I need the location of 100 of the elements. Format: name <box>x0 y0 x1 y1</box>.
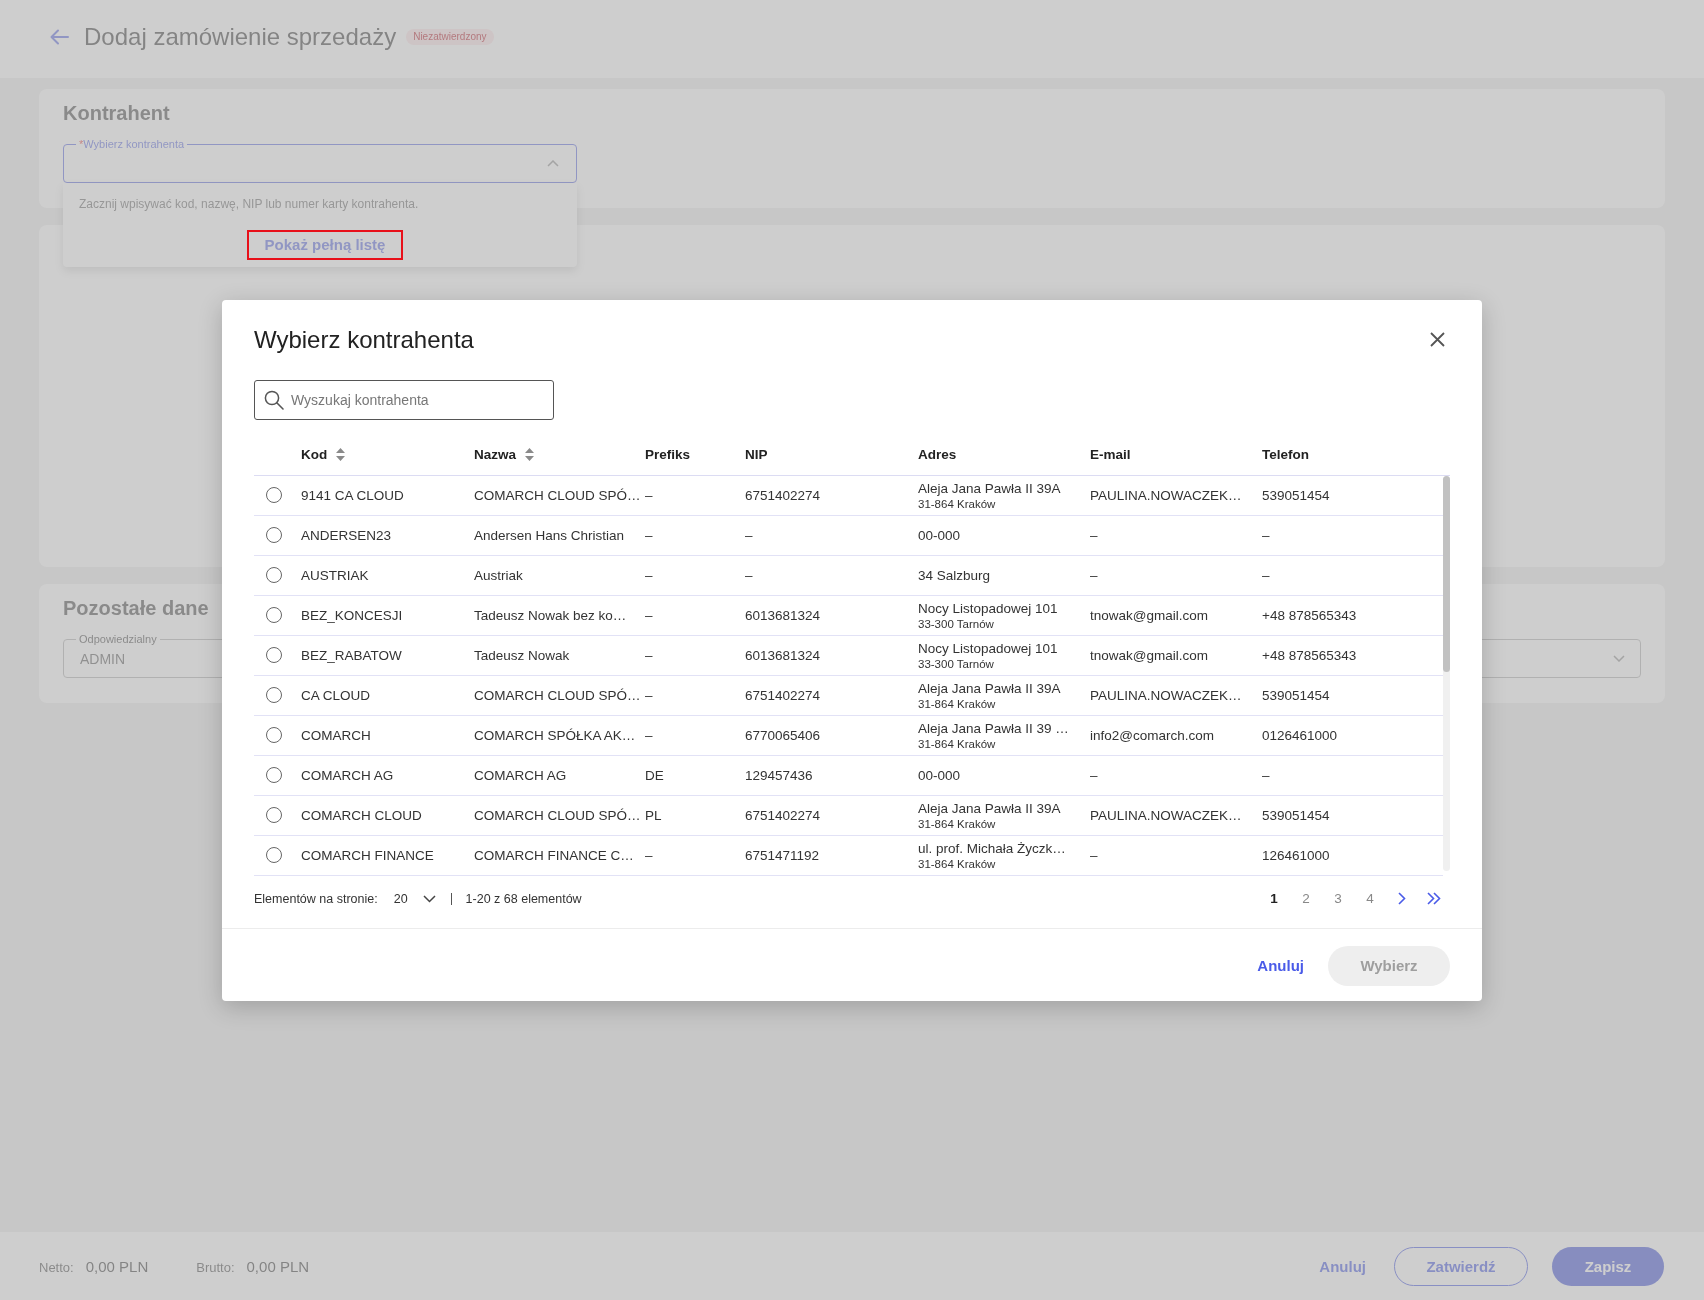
address-subtext: 33-300 Tarnów <box>918 656 994 671</box>
table-cell: COMARCH SPÓŁKA AK… <box>474 727 636 743</box>
page-button[interactable]: 2 <box>1290 884 1322 913</box>
total-value: 0,00 PLN <box>246 1257 310 1275</box>
page-button[interactable]: 4 <box>1354 884 1386 913</box>
table-cell: BEZ_KONCESJI <box>301 607 403 623</box>
table-cell: PAULINA.NOWACZEK… <box>1090 687 1242 703</box>
table-cell: COMARCH FINANCE <box>301 847 434 863</box>
table-cell: – <box>1262 567 1270 583</box>
address-subtext: 31-864 Kraków <box>918 496 996 511</box>
table-cell: 6770065406 <box>745 727 821 743</box>
table-cell: 539051454 <box>1262 487 1330 503</box>
table-cell: – <box>645 607 653 623</box>
table-cell: 6013681324 <box>745 607 821 623</box>
address-subtext: 31-864 Kraków <box>918 856 996 871</box>
table-cell: 6751402274 <box>745 807 821 823</box>
page-title: Dodaj zamówienie sprzedaży <box>84 23 397 51</box>
table-cell: 539051454 <box>1262 807 1330 823</box>
total-label: Brutto: <box>196 1259 235 1275</box>
chevron-down-icon <box>1613 655 1625 662</box>
close-icon <box>1430 332 1445 347</box>
table-cell: PAULINA.NOWACZEK… <box>1090 487 1242 503</box>
table-cell: Austriak <box>474 567 523 583</box>
table-cell: – <box>745 567 753 583</box>
field-label: Odpowiedzialny <box>76 632 160 646</box>
column-header[interactable]: Kod <box>301 447 328 462</box>
table-cell: COMARCH CLOUD SPÓ… <box>474 487 641 503</box>
table-cell: COMARCH <box>301 727 371 743</box>
sort-icon[interactable] <box>336 448 346 461</box>
close-button[interactable] <box>1430 332 1445 347</box>
table-cell: COMARCH CLOUD SPÓ… <box>474 807 641 823</box>
table-cell: AUSTRIAK <box>301 567 369 583</box>
outlined-button[interactable]: Zatwierdź <box>1394 1246 1528 1286</box>
field-value: ADMIN <box>80 650 126 667</box>
table-cell: COMARCH FINANCE C… <box>474 847 634 863</box>
page-button[interactable]: 3 <box>1322 884 1354 913</box>
page-size-select[interactable]: 20 <box>393 891 436 906</box>
table-cell: – <box>645 487 653 503</box>
table-cell: ANDERSEN23 <box>301 527 392 543</box>
address-subtext: 33-300 Tarnów <box>918 616 994 631</box>
table-cell: – <box>1262 527 1270 543</box>
table-cell: – <box>1090 527 1098 543</box>
table-cell: +48 878565343 <box>1262 647 1357 663</box>
column-header: Telefon <box>1262 447 1309 462</box>
address-text: Nocy Listopadowej 101 <box>918 599 1058 617</box>
section-title: Kontrahent <box>63 101 170 126</box>
total-value: 0,00 PLN <box>85 1257 149 1275</box>
table-cell: – <box>645 847 653 863</box>
page-button[interactable]: 1 <box>1258 884 1290 913</box>
primary-button[interactable]: Zapisz <box>1552 1246 1664 1286</box>
table-cell: – <box>1090 567 1098 583</box>
address-subtext: 31-864 Kraków <box>918 816 996 831</box>
table-cell: DE <box>645 767 664 783</box>
link-button[interactable]: Anuluj <box>1315 1246 1370 1286</box>
sort-icon[interactable] <box>525 448 535 461</box>
table-cell: – <box>1090 847 1098 863</box>
table-cell: BEZ_RABATOW <box>301 647 402 663</box>
table-cell: Tadeusz Nowak <box>474 647 570 663</box>
search-field[interactable]: Wyszukaj kontrahenta <box>254 379 554 420</box>
scrollbar-thumb[interactable] <box>1443 475 1450 672</box>
address-subtext: 31-864 Kraków <box>918 736 996 751</box>
address-text: Aleja Jana Pawła II 39A <box>918 799 1061 817</box>
show-full-list-link[interactable]: Pokaż pełną listę <box>246 230 404 260</box>
address-text: 00-000 <box>918 526 961 544</box>
arrow-left-icon <box>50 29 69 45</box>
table-cell: Tadeusz Nowak bez ko… <box>474 607 627 623</box>
chevron-down-icon <box>422 894 436 903</box>
table-cell: – <box>645 647 653 663</box>
table-cell: info2@comarch.com <box>1090 727 1214 743</box>
table-cell: Andersen Hans Christian <box>474 527 625 543</box>
scrollbar[interactable] <box>1443 475 1450 871</box>
range-text: 1-20 z 68 elementów <box>465 891 582 906</box>
table-cell: 6751402274 <box>745 687 821 703</box>
section-title: Pozostałe dane <box>63 596 209 621</box>
address-text: Nocy Listopadowej 101 <box>918 639 1058 657</box>
address-text: Aleja Jana Pawła II 39A <box>918 679 1061 697</box>
search-icon <box>264 389 284 410</box>
table-cell: 0126461000 <box>1262 727 1338 743</box>
table-cell: tnowak@gmail.com <box>1090 607 1208 623</box>
column-header: Prefiks <box>645 447 691 462</box>
table-cell: 129457436 <box>745 767 813 783</box>
table-cell: COMARCH AG <box>474 767 567 783</box>
table-cell: – <box>645 727 653 743</box>
table-cell: CA CLOUD <box>301 687 371 703</box>
link-button[interactable]: Anuluj <box>1257 945 1304 986</box>
table-cell: – <box>745 527 753 543</box>
table-cell: +48 878565343 <box>1262 607 1357 623</box>
column-header[interactable]: Nazwa <box>474 447 517 462</box>
address-text: Aleja Jana Pawła II 39 … <box>918 719 1069 737</box>
table-cell: 6751471192 <box>745 847 820 863</box>
dialog-title: Wybierz kontrahenta <box>254 325 474 354</box>
chevron-up-icon <box>547 160 559 167</box>
table-cell: tnowak@gmail.com <box>1090 647 1208 663</box>
table-cell: 126461000 <box>1262 847 1330 863</box>
address-text: Aleja Jana Pawła II 39A <box>918 479 1061 497</box>
address-text: ul. prof. Michała Życzk… <box>918 839 1066 857</box>
column-header: E-mail <box>1090 447 1131 462</box>
table-cell: COMARCH CLOUD SPÓ… <box>474 687 641 703</box>
total-label: Netto: <box>39 1259 74 1275</box>
page-size-label: Elementów na stronie: <box>254 891 378 906</box>
